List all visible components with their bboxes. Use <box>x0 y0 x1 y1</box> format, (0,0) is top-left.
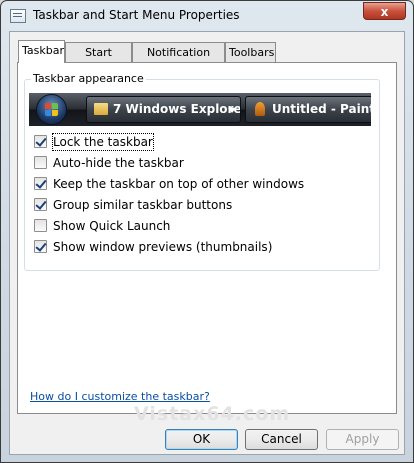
preview-button-explorer: 7 Windows Explorer <box>86 96 241 123</box>
close-button[interactable]: x <box>363 2 406 20</box>
option-label: Group similar taskbar buttons <box>53 198 233 212</box>
option-label: Auto-hide the taskbar <box>53 156 184 170</box>
start-orb-icon <box>36 94 67 125</box>
paint-icon <box>255 102 265 116</box>
taskbar-preview-image: 7 Windows Explorer Untitled - Paint <box>29 93 371 126</box>
checkbox-checked[interactable] <box>34 177 47 190</box>
ok-button[interactable]: OK <box>165 429 238 450</box>
option-label: Show Quick Launch <box>53 219 171 233</box>
checkbox-unchecked[interactable] <box>34 156 47 169</box>
preview-button-label: Untitled - Paint <box>272 102 371 116</box>
dialog-client: Taskbar Start Menu Notification Area Too… <box>9 31 405 455</box>
tab-taskbar[interactable]: Taskbar <box>18 40 65 63</box>
option-label: Keep the taskbar on top of other windows <box>53 177 305 191</box>
properties-window: Taskbar and Start Menu Properties x Task… <box>0 0 414 463</box>
window-title: Taskbar and Start Menu Properties <box>33 8 240 22</box>
checkbox-unchecked[interactable] <box>34 219 47 232</box>
checkbox-checked[interactable] <box>34 240 47 253</box>
dropdown-arrow-icon <box>228 108 236 113</box>
tab-start-menu[interactable]: Start Menu <box>65 42 132 78</box>
cancel-button[interactable]: Cancel <box>245 429 318 450</box>
preview-button-paint: Untitled - Paint <box>245 96 371 123</box>
title-bar[interactable]: Taskbar and Start Menu Properties x <box>1 1 413 31</box>
checkbox-checked[interactable] <box>34 198 47 211</box>
tab-notification-area[interactable]: Notification Area <box>132 42 225 78</box>
tab-toolbars[interactable]: Toolbars <box>225 42 276 62</box>
taskbar-tab-panel: Taskbar appearance 7 Windows Explorer Un… <box>17 62 397 414</box>
folder-icon <box>94 103 108 115</box>
apply-button[interactable]: Apply <box>326 429 399 450</box>
help-link[interactable]: How do I customize the taskbar? <box>30 390 210 403</box>
preview-button-label: 7 Windows Explorer <box>113 102 241 116</box>
taskbar-properties-icon <box>10 9 26 23</box>
group-label: Taskbar appearance <box>31 72 146 85</box>
watermark: Vistax64.com <box>134 403 291 425</box>
taskbar-appearance-group: Taskbar appearance 7 Windows Explorer Un… <box>24 72 380 271</box>
checkbox-checked[interactable] <box>34 135 47 148</box>
option-label: Show window previews (thumbnails) <box>53 240 273 254</box>
option-label: Lock the taskbar <box>52 133 154 151</box>
